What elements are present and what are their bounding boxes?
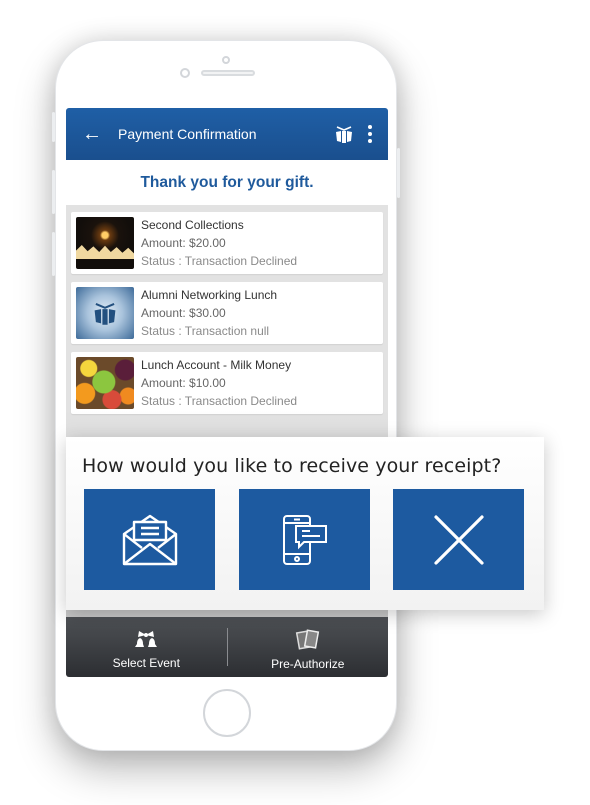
logo-image: [76, 287, 134, 339]
transaction-status: Status : Transaction Declined: [141, 254, 298, 268]
app-bar: ← Payment Confirmation: [66, 108, 388, 160]
transaction-name: Lunch Account - Milk Money: [141, 358, 292, 372]
phone-message-icon: [282, 514, 327, 565]
close-icon: [433, 514, 484, 565]
front-sensor: [222, 56, 230, 64]
cards-icon: [295, 629, 319, 650]
transaction-list: Second Collections Amount: $20.00 Status…: [66, 205, 388, 414]
bottom-nav: Select Event Pre-Authorize: [66, 617, 388, 677]
transaction-item[interactable]: Alumni Networking Lunch Amount: $30.00 S…: [71, 282, 383, 344]
no-receipt-button[interactable]: [393, 489, 524, 590]
sms-receipt-button[interactable]: [239, 489, 370, 590]
volume-down-button: [52, 232, 55, 276]
bells-icon: [135, 631, 158, 647]
nav-select-event[interactable]: Select Event: [66, 624, 227, 670]
gift-logo-icon: [336, 126, 352, 143]
transaction-name: Second Collections: [141, 218, 244, 232]
transaction-amount: Amount: $20.00: [141, 236, 226, 250]
transaction-status: Status : Transaction null: [141, 324, 270, 338]
thank-you-banner: Thank you for your gift.: [66, 160, 388, 205]
receipt-question: How would you like to receive your recei…: [82, 455, 502, 477]
transaction-item[interactable]: Second Collections Amount: $20.00 Status…: [71, 212, 383, 274]
nav-pre-authorize[interactable]: Pre-Authorize: [228, 623, 389, 671]
earpiece-speaker: [201, 70, 255, 76]
mute-switch: [52, 112, 55, 142]
envelope-icon: [122, 514, 177, 565]
transaction-item[interactable]: Lunch Account - Milk Money Amount: $10.0…: [71, 352, 383, 414]
more-vertical-icon[interactable]: [368, 125, 372, 143]
volume-up-button: [52, 170, 55, 214]
email-receipt-button[interactable]: [84, 489, 215, 590]
transaction-amount: Amount: $10.00: [141, 376, 226, 390]
home-button[interactable]: [203, 689, 251, 737]
fruit-image: [76, 357, 134, 409]
nav-label: Select Event: [112, 656, 180, 670]
candle-image: [76, 217, 134, 269]
page-title: Payment Confirmation: [118, 126, 257, 142]
arrow-left-icon[interactable]: ←: [82, 124, 102, 144]
receipt-dialog: How would you like to receive your recei…: [66, 437, 544, 610]
front-camera: [180, 68, 190, 78]
transaction-name: Alumni Networking Lunch: [141, 288, 278, 302]
nav-label: Pre-Authorize: [271, 657, 345, 671]
gift-logo-icon: [94, 302, 116, 325]
transaction-amount: Amount: $30.00: [141, 306, 226, 320]
transaction-status: Status : Transaction Declined: [141, 394, 298, 408]
power-button: [397, 148, 400, 198]
